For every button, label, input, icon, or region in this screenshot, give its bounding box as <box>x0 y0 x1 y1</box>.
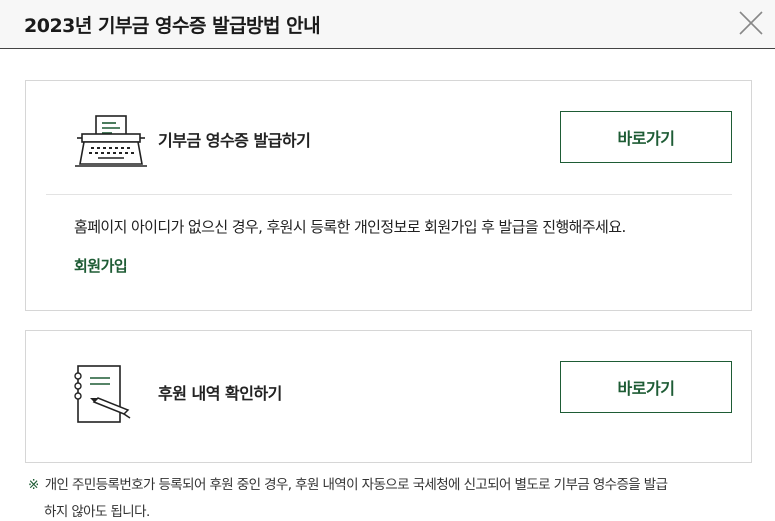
close-icon[interactable] <box>737 9 765 37</box>
signup-info-text: 홈페이지 아이디가 없으신 경우, 후원시 등록한 개인정보로 회원가입 후 발… <box>74 218 626 236</box>
receipt-card-label: 기부금 영수증 발급하기 <box>158 131 311 150</box>
signup-link[interactable]: 회원가입 <box>74 255 128 276</box>
notice-line-2: 하지 않아도 됩니다. <box>44 504 150 520</box>
receipt-go-button[interactable]: 바로가기 <box>560 111 732 163</box>
receipt-card: 기부금 영수증 발급하기 바로가기 홈페이지 아이디가 없으신 경우, 후원시 … <box>25 80 752 311</box>
notice-mark: ※ <box>28 477 39 493</box>
notice-line-1: 개인 주민등록번호가 등록되어 후원 중인 경우, 후원 내역이 자동으로 국세… <box>44 477 668 493</box>
history-card: 후원 내역 확인하기 바로가기 <box>25 330 752 463</box>
notice-text: ※ 개인 주민등록번호가 등록되어 후원 중인 경우, 후원 내역이 자동으로 국… <box>28 472 758 521</box>
history-go-button[interactable]: 바로가기 <box>560 361 732 413</box>
modal-header: 2023년 기부금 영수증 발급방법 안내 <box>0 0 775 49</box>
modal-title: 2023년 기부금 영수증 발급방법 안내 <box>24 15 321 37</box>
notebook-pen-icon <box>74 364 134 430</box>
history-card-label: 후원 내역 확인하기 <box>158 384 282 403</box>
card-divider <box>46 194 732 195</box>
typewriter-icon <box>74 114 148 178</box>
